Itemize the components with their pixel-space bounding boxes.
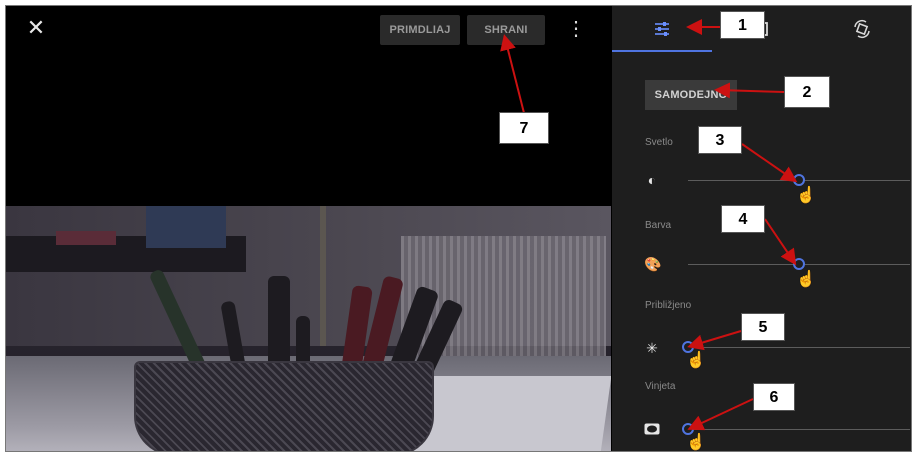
callout-7: 7 (499, 112, 549, 144)
save-button[interactable]: SHRANI (467, 15, 545, 45)
rotate-icon (854, 19, 870, 38)
callout-1: 1 (720, 11, 765, 39)
photo-book (56, 231, 116, 245)
callout-3: 3 (698, 126, 742, 154)
sparkle-icon: ✳ (646, 340, 658, 356)
callout-4: 4 (721, 205, 765, 233)
palette-icon: 🎨 (644, 256, 662, 272)
vignette-icon-shape (644, 423, 660, 435)
adjust-sliders-icon (655, 21, 669, 36)
vignette-slider[interactable] (682, 423, 910, 435)
hand-cursor-icon: ☝ (796, 187, 816, 204)
hand-cursor-icon: ☝ (686, 352, 706, 369)
photo-paper (410, 376, 611, 451)
vignette-label: Vinjeta (645, 381, 676, 392)
photo-canvas (6, 206, 611, 451)
photo-binder (146, 206, 226, 248)
close-icon[interactable]: ✕ (24, 16, 48, 40)
pop-slider[interactable] (682, 341, 910, 353)
callout-2: 2 (784, 76, 830, 108)
color-slider-thumb[interactable] (793, 258, 805, 270)
vignette-icon (644, 422, 660, 438)
tab-rotate[interactable] (812, 6, 911, 52)
callout-5: 5 (741, 313, 785, 341)
callout-6: 6 (753, 383, 795, 411)
pop-label: Približjeno (645, 300, 692, 311)
photo-stand (320, 206, 326, 346)
hand-cursor-icon: ☝ (686, 434, 706, 451)
brightness-slider[interactable] (688, 174, 910, 186)
photo-basket (134, 361, 434, 451)
brightness-icon: ◐ (647, 172, 657, 188)
more-vert-icon[interactable]: ⋮ (566, 17, 586, 41)
tab-adjust[interactable] (612, 6, 712, 52)
auto-enhance-button[interactable]: SAMODEJNO (645, 80, 737, 110)
color-slider[interactable] (688, 258, 910, 270)
brightness-label: Svetlo (645, 137, 673, 148)
brightness-slider-thumb[interactable] (793, 174, 805, 186)
preview-button[interactable]: PRIMDLIAJ (380, 15, 460, 45)
color-label: Barva (645, 220, 672, 231)
hand-cursor-icon: ☝ (796, 271, 816, 288)
